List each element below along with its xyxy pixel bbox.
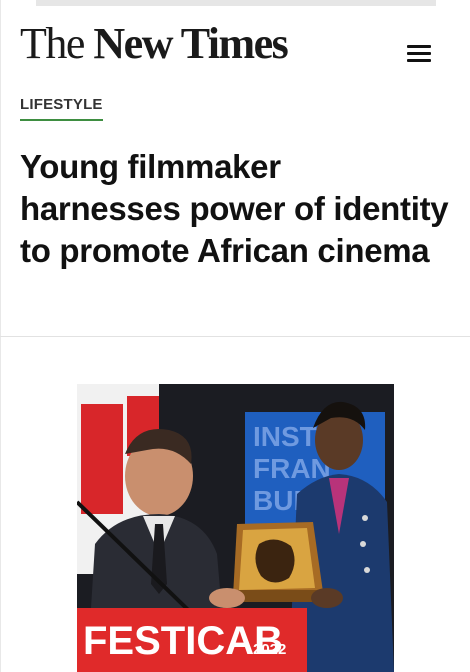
site-logo[interactable]: The New Times — [20, 19, 289, 68]
backdrop-text-1: INST — [253, 421, 317, 452]
site-header: The New Times — [0, 6, 470, 80]
trophy-year-text: 2022 — [253, 641, 286, 658]
section-divider — [0, 336, 470, 337]
article-photo: INST FRAN BUR FESTICAB 2022 — [77, 384, 394, 672]
hamburger-menu-icon[interactable] — [405, 42, 433, 64]
article-headline: Young filmmaker harnesses power of ident… — [20, 148, 449, 269]
category-link[interactable]: LIFESTYLE — [20, 96, 103, 121]
logo-the: The — [20, 19, 85, 68]
logo-new-times: New Times — [83, 19, 288, 68]
